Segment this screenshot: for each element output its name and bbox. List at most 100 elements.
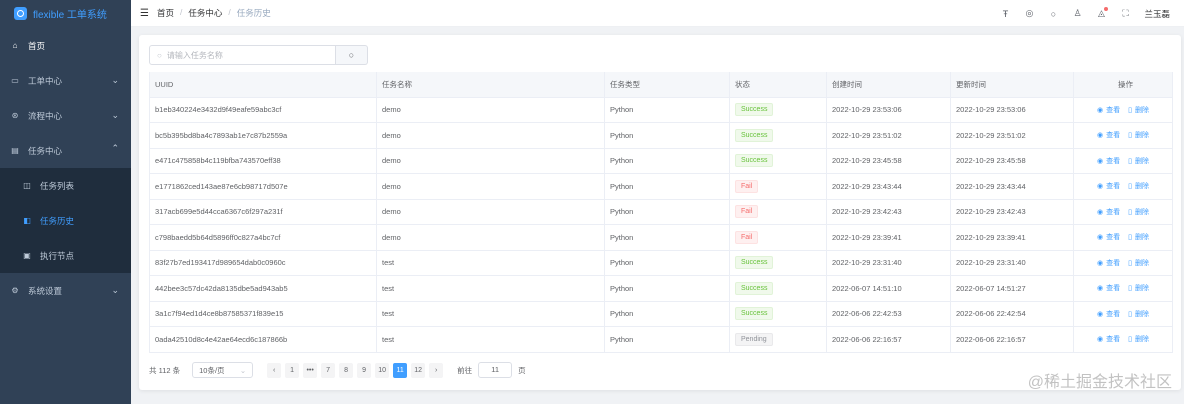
delete-button[interactable]: ▯ 删除 [1128, 107, 1149, 114]
goto-page-input[interactable]: 11 [478, 362, 513, 378]
delete-button[interactable]: ▯ 删除 [1128, 285, 1149, 292]
main-card: ○ ○ UUID任务名称任务类型状态创建时间更新时间操作 b1eb340224e… [139, 35, 1181, 390]
breadcrumb-section[interactable]: 任务中心 [188, 7, 222, 19]
eye-icon: ◉ [1097, 259, 1104, 267]
delete-label: 删除 [1134, 234, 1149, 242]
sidebar-item-task-history[interactable]: ◧ 任务历史 [0, 203, 131, 238]
delete-button[interactable]: ▯ 删除 [1128, 260, 1149, 267]
search-input[interactable] [166, 50, 327, 60]
uuid-cell: b1eb340224e3432d9f49eafe59abc3cf [149, 97, 377, 123]
view-label: 查看 [1106, 234, 1121, 242]
page-button[interactable]: 12 [411, 362, 426, 378]
view-button[interactable]: ◉ 查看 [1097, 183, 1120, 190]
font-size-icon[interactable]: Ŧ [1000, 9, 1010, 19]
sidebar-item-exec-node[interactable]: ▣ 执行节点 [0, 238, 131, 273]
status-cell: Fail [729, 224, 827, 251]
bell-icon[interactable]: ◬ [1096, 7, 1109, 19]
sidebar-item-task-list[interactable]: ◫ 任务列表 [0, 168, 131, 203]
hamburger-icon[interactable]: ☰ [140, 8, 149, 19]
breadcrumb-separator: / [179, 7, 183, 17]
task-name-cell: demo [376, 148, 605, 174]
view-button[interactable]: ◉ 查看 [1097, 260, 1120, 267]
user-menu[interactable]: 兰玉磊 [1144, 8, 1170, 20]
more-pages-button[interactable]: ••• [303, 362, 318, 378]
view-button[interactable]: ◉ 查看 [1097, 285, 1120, 292]
view-button[interactable]: ◉ 查看 [1097, 234, 1120, 241]
process-icon: ⊛ [11, 111, 19, 120]
page-button[interactable]: 11 [393, 362, 408, 378]
target-icon[interactable]: ◎ [1024, 8, 1034, 19]
uuid-cell: e1771862ced143ae87e6cb98717d507e [149, 173, 377, 200]
status-cell: Success [729, 250, 827, 276]
sidebar-item-ticket-center[interactable]: ▭ 工单中心 ⌄ [0, 63, 131, 98]
trash-icon: ▯ [1128, 336, 1132, 344]
page-size-select[interactable]: 10条/页 ⌄ [192, 362, 254, 378]
delete-button[interactable]: ▯ 删除 [1128, 234, 1149, 241]
trash-icon: ▯ [1128, 310, 1132, 318]
task-type-cell: Python [604, 275, 730, 302]
search-icon[interactable]: ○ [1048, 9, 1058, 19]
sidebar-item-home[interactable]: ⌂ 首页 [0, 28, 131, 63]
created-at-cell: 2022-10-29 23:43:44 [826, 173, 951, 200]
delete-label: 删除 [1134, 285, 1149, 293]
created-at-cell: 2022-10-29 23:45:58 [826, 148, 951, 174]
sidebar-item-label: 首页 [28, 40, 46, 51]
page-button[interactable]: 10 [375, 362, 390, 378]
delete-button[interactable]: ▯ 删除 [1128, 209, 1149, 216]
view-button[interactable]: ◉ 查看 [1097, 311, 1120, 318]
logo[interactable]: flexible 工单系统 [0, 0, 131, 27]
delete-button[interactable]: ▯ 删除 [1128, 183, 1149, 190]
delete-button[interactable]: ▯ 删除 [1128, 311, 1149, 318]
delete-button[interactable]: ▯ 删除 [1128, 336, 1149, 343]
status-badge: Success [735, 154, 774, 168]
updated-at-cell: 2022-06-07 14:51:27 [950, 275, 1074, 302]
goto-suffix: 页 [518, 365, 526, 375]
delete-label: 删除 [1134, 132, 1149, 140]
status-cell: Success [729, 301, 827, 327]
status-badge: Fail [735, 179, 759, 193]
view-button[interactable]: ◉ 查看 [1097, 107, 1120, 114]
sidebar-item-process-center[interactable]: ⊛ 流程中心 ⌄ [0, 98, 131, 133]
search-input-wrapper: ○ [149, 45, 336, 65]
updated-at-cell: 2022-10-29 23:53:06 [950, 97, 1074, 123]
table-row: c798baedd5b64d5896ff0c827a4bc7cf demo Pyth… [149, 224, 1173, 251]
ticket-icon: ▭ [11, 76, 19, 85]
delete-button[interactable]: ▯ 删除 [1128, 132, 1149, 139]
search-button[interactable]: ○ [336, 45, 368, 65]
sidebar-item-label: 系统设置 [28, 285, 63, 296]
status-badge: Success [735, 281, 774, 295]
page-button[interactable]: 1 [285, 362, 300, 378]
status-cell: Success [729, 148, 827, 174]
trash-icon: ▯ [1128, 208, 1132, 216]
view-button[interactable]: ◉ 查看 [1097, 336, 1120, 343]
gear-icon: ⚙ [11, 286, 19, 295]
breadcrumb-home[interactable]: 首页 [157, 7, 174, 19]
delete-label: 删除 [1134, 157, 1149, 165]
page-button[interactable]: 9 [357, 362, 372, 378]
updated-at-cell: 2022-10-29 23:42:43 [950, 199, 1074, 225]
view-button[interactable]: ◉ 查看 [1097, 158, 1120, 165]
page-button[interactable]: 8 [339, 362, 354, 378]
view-button[interactable]: ◉ 查看 [1097, 132, 1120, 139]
page-button[interactable]: 7 [321, 362, 336, 378]
actions-cell: ◉ 查看 ▯ 删除 [1073, 275, 1173, 302]
actions-cell: ◉ 查看 ▯ 删除 [1073, 122, 1173, 149]
next-page-button[interactable]: › [429, 362, 444, 378]
chevron-down-icon: ⌄ [239, 365, 247, 375]
sidebar-item-settings[interactable]: ⚙ 系统设置 ⌄ [0, 273, 131, 308]
updated-at-cell: 2022-06-06 22:16:57 [950, 326, 1074, 353]
page-size-value: 10条/页 [199, 365, 225, 375]
uuid-cell: 317acb699e5d44cca6367c6f297a231f [149, 199, 377, 225]
view-button[interactable]: ◉ 查看 [1097, 209, 1120, 216]
fullscreen-icon[interactable]: ⛶ [1120, 8, 1130, 19]
theme-icon[interactable]: ♙ [1072, 8, 1082, 19]
chevron-down-icon: ⌄ [111, 75, 119, 85]
prev-page-button[interactable]: ‹ [267, 362, 282, 378]
sidebar-item-task-center[interactable]: ▤ 任务中心 ⌃ [0, 133, 131, 168]
chevron-down-icon: ⌄ [111, 110, 119, 120]
delete-button[interactable]: ▯ 删除 [1128, 158, 1149, 165]
page-list: 1 ••• 7 8 9 10 11 12 [285, 362, 426, 378]
trash-icon: ▯ [1128, 132, 1132, 140]
eye-icon: ◉ [1097, 183, 1104, 191]
task-type-cell: Python [604, 224, 730, 251]
